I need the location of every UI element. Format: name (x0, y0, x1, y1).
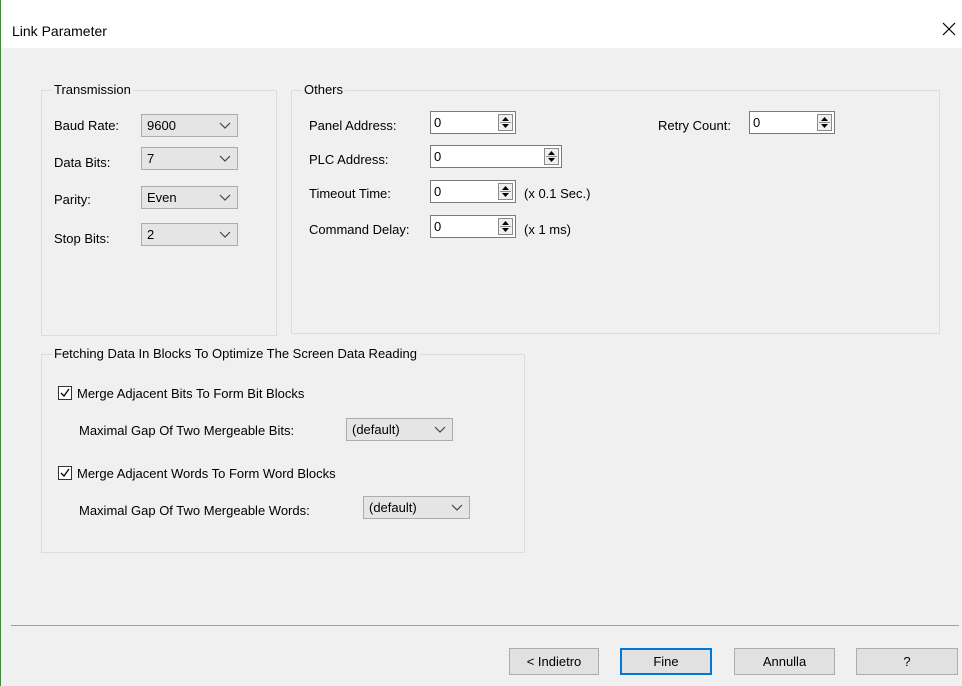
chevron-down-icon (434, 426, 446, 433)
parity-value: Even (147, 190, 177, 205)
spin-buttons[interactable] (498, 183, 513, 200)
up-down-arrows-icon (500, 186, 511, 197)
spin-buttons[interactable] (498, 218, 513, 235)
timeout-time-spinner[interactable]: 0 (430, 180, 516, 203)
cancel-button[interactable]: Annulla (734, 648, 835, 675)
back-button[interactable]: < Indietro (509, 648, 599, 675)
retry-count-spinner[interactable]: 0 (749, 111, 835, 134)
panel-address-label: Panel Address: (309, 118, 397, 133)
panel-address-value: 0 (434, 115, 442, 130)
command-delay-spinner[interactable]: 0 (430, 215, 516, 238)
parity-select[interactable]: Even (141, 186, 238, 209)
spin-buttons[interactable] (817, 114, 832, 131)
timeout-time-unit: (x 0.1 Sec.) (524, 186, 591, 201)
fetching-legend: Fetching Data In Blocks To Optimize The … (52, 346, 419, 362)
baud-rate-select[interactable]: 9600 (141, 114, 238, 137)
retry-count-label: Retry Count: (658, 118, 731, 133)
chevron-down-icon (219, 194, 231, 201)
up-down-arrows-icon (546, 151, 557, 162)
window-title: Link Parameter (12, 23, 107, 39)
close-button[interactable] (938, 18, 960, 40)
fetching-group: Fetching Data In Blocks To Optimize The … (41, 346, 525, 553)
up-down-arrows-icon (500, 221, 511, 232)
up-down-arrows-icon (500, 117, 511, 128)
data-bits-select[interactable]: 7 (141, 147, 238, 170)
stop-bits-label: Stop Bits: (54, 231, 110, 246)
checkmark-icon (60, 388, 70, 398)
max-gap-bits-value: (default) (352, 422, 400, 437)
panel-address-spinner[interactable]: 0 (430, 111, 516, 134)
baud-rate-value: 9600 (147, 118, 176, 133)
merge-bits-label[interactable]: Merge Adjacent Bits To Form Bit Blocks (77, 386, 304, 402)
merge-words-checkbox[interactable] (58, 466, 72, 480)
max-gap-bits-select[interactable]: (default) (346, 418, 453, 441)
command-delay-unit: (x 1 ms) (524, 222, 571, 237)
title-bar: Link Parameter (1, 0, 962, 48)
others-legend: Others (302, 82, 346, 98)
plc-address-label: PLC Address: (309, 152, 389, 167)
up-down-arrows-icon (819, 117, 830, 128)
merge-words-label[interactable]: Merge Adjacent Words To Form Word Blocks (77, 466, 336, 482)
chevron-down-icon (451, 504, 463, 511)
timeout-time-label: Timeout Time: (309, 186, 391, 201)
merge-bits-checkbox[interactable] (58, 386, 72, 400)
stop-bits-value: 2 (147, 227, 155, 242)
transmission-legend: Transmission (52, 82, 133, 98)
timeout-time-value: 0 (434, 184, 442, 199)
command-delay-value: 0 (434, 219, 442, 234)
chevron-down-icon (219, 155, 231, 162)
close-icon (942, 22, 956, 36)
max-gap-bits-label: Maximal Gap Of Two Mergeable Bits: (79, 423, 295, 438)
baud-rate-label: Baud Rate: (54, 118, 120, 133)
spin-buttons[interactable] (498, 114, 513, 131)
command-delay-label: Command Delay: (309, 222, 410, 237)
stop-bits-select[interactable]: 2 (141, 223, 238, 246)
chevron-down-icon (219, 231, 231, 238)
max-gap-words-select[interactable]: (default) (363, 496, 470, 519)
plc-address-value: 0 (434, 149, 442, 164)
chevron-down-icon (219, 122, 231, 129)
plc-address-spinner[interactable]: 0 (430, 145, 562, 168)
max-gap-words-label: Maximal Gap Of Two Mergeable Words: (79, 503, 310, 518)
checkmark-icon (60, 468, 70, 478)
finish-button[interactable]: Fine (620, 648, 712, 675)
help-button[interactable]: ? (856, 648, 958, 675)
spin-buttons[interactable] (544, 148, 559, 165)
parity-label: Parity: (54, 192, 91, 207)
window-edge (0, 0, 1, 686)
data-bits-value: 7 (147, 151, 155, 166)
retry-count-value: 0 (753, 115, 761, 130)
data-bits-label: Data Bits: (54, 155, 111, 170)
max-gap-words-value: (default) (369, 500, 417, 515)
footer-separator (11, 625, 959, 626)
